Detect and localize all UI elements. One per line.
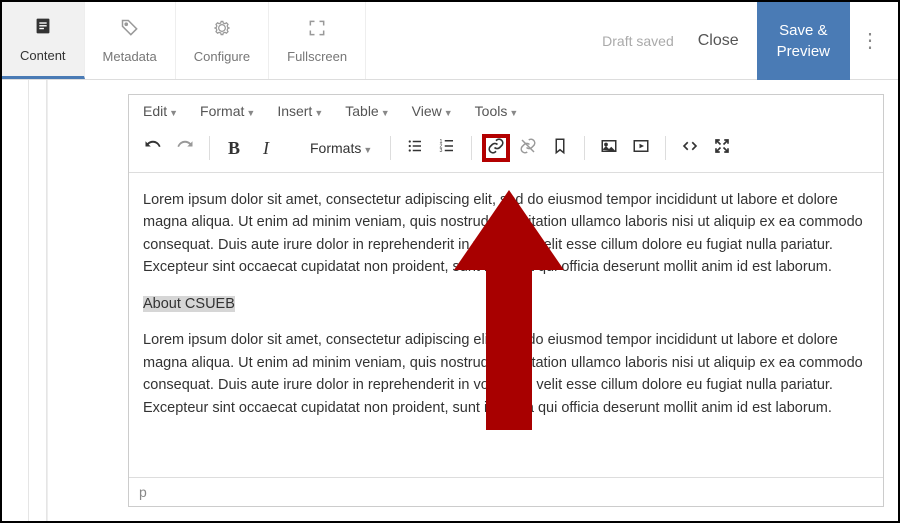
italic-icon: I	[263, 138, 269, 159]
kebab-icon: ⋮	[860, 28, 880, 53]
unlink-button[interactable]	[514, 134, 542, 162]
tab-metadata[interactable]: Metadata	[85, 2, 176, 79]
menu-table[interactable]: Table▼	[345, 103, 389, 119]
insert-link-button[interactable]	[482, 134, 510, 162]
bookmark-icon	[551, 137, 569, 160]
undo-button[interactable]	[139, 134, 167, 162]
bold-button[interactable]: B	[220, 134, 248, 162]
menu-tools[interactable]: Tools▼	[475, 103, 519, 119]
close-button[interactable]: Close	[698, 32, 739, 50]
tab-label: Metadata	[103, 49, 157, 64]
bullet-list-icon	[406, 137, 424, 160]
menu-view[interactable]: View▼	[412, 103, 453, 119]
menu-insert[interactable]: Insert▼	[277, 103, 323, 119]
numbered-list-button[interactable]: 123	[433, 134, 461, 162]
menu-format[interactable]: Format▼	[200, 103, 255, 119]
content-area[interactable]: Lorem ipsum dolor sit amet, consectetur …	[129, 173, 883, 473]
code-icon	[681, 137, 699, 160]
save-line2: Preview	[777, 41, 830, 62]
document-icon	[32, 15, 54, 43]
fullscreen-editor-button[interactable]	[708, 134, 736, 162]
topbar: Content Metadata Configure Fullscreen Dr…	[2, 2, 898, 80]
save-line1: Save &	[777, 20, 830, 41]
unlink-icon	[519, 137, 537, 160]
undo-icon	[144, 137, 162, 160]
toolbar: B I Formats▼ 123	[129, 128, 883, 173]
tab-configure[interactable]: Configure	[176, 2, 269, 79]
paragraph-1: Lorem ipsum dolor sit amet, consectetur …	[143, 189, 869, 279]
numbered-list-icon: 123	[438, 137, 456, 160]
image-button[interactable]	[595, 134, 623, 162]
anchor-button[interactable]	[546, 134, 574, 162]
more-menu-button[interactable]: ⋮	[850, 28, 890, 53]
save-preview-button[interactable]: Save & Preview	[757, 2, 850, 80]
statusbar: p	[129, 477, 883, 506]
draft-saved-status: Draft saved	[602, 33, 674, 49]
menu-edit[interactable]: Edit▼	[143, 103, 178, 119]
menubar: Edit▼ Format▼ Insert▼ Table▼ View▼ Tools…	[129, 95, 883, 128]
link-icon	[487, 137, 505, 160]
fullscreen-icon	[307, 18, 327, 44]
formats-dropdown[interactable]: Formats▼	[302, 136, 380, 160]
tab-label: Configure	[194, 49, 250, 64]
tag-icon	[120, 18, 140, 44]
ruler-left	[2, 80, 48, 521]
tab-content[interactable]: Content	[2, 2, 85, 79]
topbar-right: Draft saved Close Save & Preview ⋮	[602, 2, 898, 79]
expand-icon	[713, 137, 731, 160]
bold-icon: B	[228, 138, 240, 159]
tab-label: Content	[20, 48, 66, 63]
source-code-button[interactable]	[676, 134, 704, 162]
tab-fullscreen[interactable]: Fullscreen	[269, 2, 366, 79]
editor-frame: Edit▼ Format▼ Insert▼ Table▼ View▼ Tools…	[2, 80, 898, 521]
selected-link-text[interactable]: About CSUEB	[143, 296, 235, 312]
paragraph-2: Lorem ipsum dolor sit amet, consectetur …	[143, 329, 869, 419]
redo-icon	[176, 137, 194, 160]
bullet-list-button[interactable]	[401, 134, 429, 162]
tab-label: Fullscreen	[287, 49, 347, 64]
image-icon	[600, 137, 618, 160]
editor-container: Edit▼ Format▼ Insert▼ Table▼ View▼ Tools…	[128, 94, 884, 507]
svg-text:3: 3	[440, 148, 443, 154]
redo-button[interactable]	[171, 134, 199, 162]
gear-icon	[212, 18, 232, 44]
element-path[interactable]: p	[139, 484, 147, 500]
italic-button[interactable]: I	[252, 134, 280, 162]
media-icon	[632, 137, 650, 160]
media-button[interactable]	[627, 134, 655, 162]
